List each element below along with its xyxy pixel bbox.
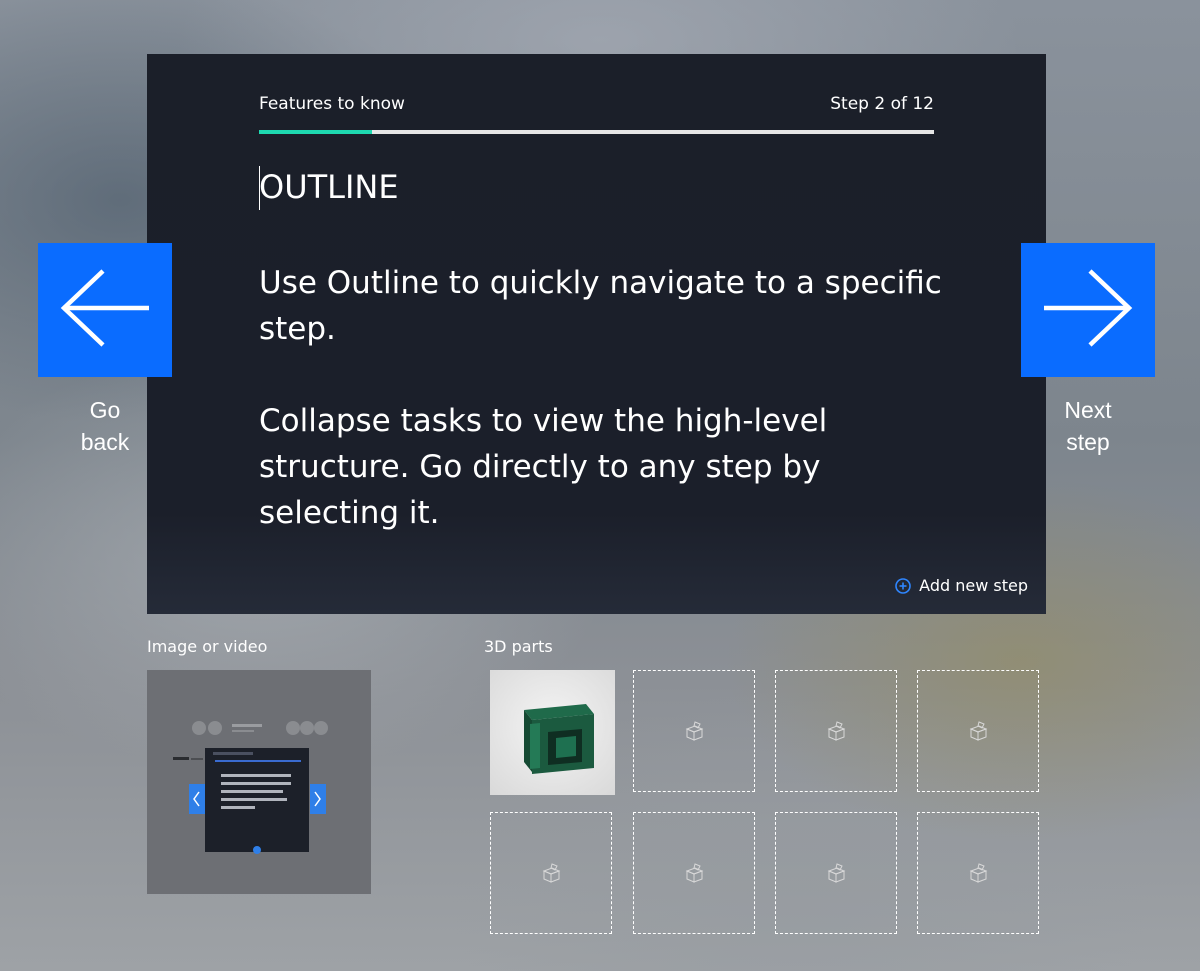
image-or-video-label: Image or video [147, 637, 268, 656]
step-counter: Step 2 of 12 [830, 94, 934, 114]
cube-outline-icon [969, 721, 988, 741]
arrow-left-icon [59, 268, 151, 352]
next-step-button[interactable] [1021, 243, 1155, 377]
3d-part-slot-empty[interactable] [917, 812, 1039, 934]
cube-outline-icon [685, 721, 704, 741]
3d-part-slot-empty[interactable] [917, 670, 1039, 792]
step-paragraph: Use Outline to quickly navigate to a spe… [259, 265, 942, 347]
3d-part-slot-filled[interactable] [490, 670, 615, 795]
next-step-label-line: Next [1064, 397, 1112, 423]
plus-circle-icon [895, 577, 911, 594]
step-paragraph: Collapse tasks to view the high-level st… [259, 403, 828, 531]
step-card: Features to know Step 2 of 12 OUTLINE Us… [147, 54, 1046, 614]
3d-part-slot-empty[interactable] [633, 812, 755, 934]
3d-part-slot-empty[interactable] [490, 812, 612, 934]
next-step-label: Next step [1021, 394, 1155, 458]
cube-outline-icon [827, 863, 846, 883]
cube-outline-icon [542, 863, 561, 883]
card-header: Features to know Step 2 of 12 [259, 94, 934, 114]
3d-part-slot-empty[interactable] [775, 812, 897, 934]
add-new-step-button[interactable]: Add new step [895, 576, 1028, 595]
go-back-label-line: back [80, 429, 130, 455]
3d-part-slot-empty[interactable] [633, 670, 755, 792]
guide-screenshot-image [147, 670, 371, 894]
progress-bar-fill [259, 130, 372, 134]
green-3d-part-image [524, 704, 594, 774]
step-body[interactable]: Use Outline to quickly navigate to a spe… [259, 260, 949, 582]
go-back-button[interactable] [38, 243, 172, 377]
go-back-label-line: Go [89, 397, 121, 423]
next-step-label-line: step [1066, 429, 1110, 455]
3d-parts-label: 3D parts [484, 637, 553, 656]
cube-outline-icon [969, 863, 988, 883]
3d-part-slot-empty[interactable] [775, 670, 897, 792]
section-title: Features to know [259, 94, 405, 114]
add-new-step-label: Add new step [919, 576, 1028, 595]
go-back-label: Go back [38, 394, 172, 458]
step-title[interactable]: OUTLINE [259, 168, 399, 206]
media-thumbnail[interactable] [147, 670, 371, 894]
cube-outline-icon [827, 721, 846, 741]
cube-outline-icon [685, 863, 704, 883]
progress-bar [259, 130, 934, 134]
arrow-right-icon [1042, 268, 1134, 352]
